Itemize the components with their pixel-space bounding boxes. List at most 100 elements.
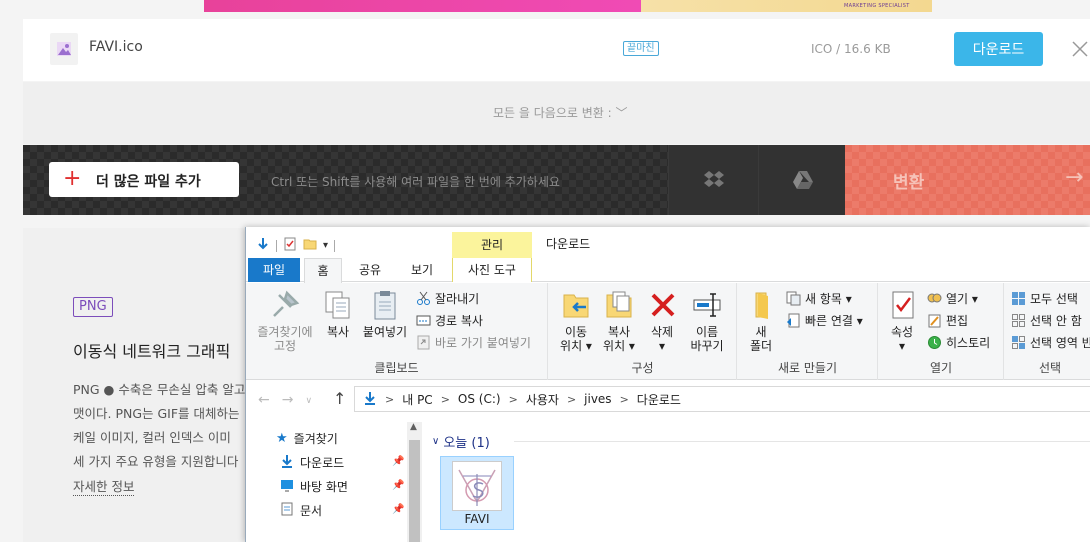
pin-label-1: 즐겨찾기에 <box>257 325 313 339</box>
copy-icon <box>322 289 354 321</box>
paste-shortcut-label: 바로 가기 붙여넣기 <box>435 336 531 350</box>
title-bar: ▾ 관리 다운로드 <box>246 227 1090 258</box>
properties-icon[interactable] <box>283 236 297 255</box>
group-header-today[interactable]: ∨ 오늘 (1) <box>432 432 490 451</box>
context-tab-manage: 관리 <box>452 232 532 258</box>
cut-button[interactable]: 잘라내기 <box>416 290 479 307</box>
copy-to-icon <box>603 289 635 321</box>
properties-dropdown: ▾ <box>898 339 906 353</box>
new-group-label: 새로 만들기 <box>777 361 837 375</box>
paste-shortcut-icon <box>416 335 431 350</box>
paste-shortcut-button[interactable]: 바로 가기 붙여넣기 <box>416 334 531 351</box>
image-file-icon <box>50 33 78 65</box>
easy-access-icon <box>786 313 801 328</box>
breadcrumb-user[interactable]: jives <box>584 392 611 406</box>
breadcrumb-this-pc[interactable]: 내 PC <box>402 391 432 408</box>
tab-share[interactable]: 공유 <box>350 258 390 282</box>
scroll-up-icon[interactable]: ▲ <box>410 422 417 432</box>
new-group: 새 폴더 새 항목 ▾ 빠른 연결 ▾ 새로 만들기 <box>738 283 878 380</box>
nav-item-desktop[interactable]: 바탕 화면 <box>280 478 348 495</box>
breadcrumb-separator[interactable]: > <box>567 393 576 406</box>
tab-file[interactable]: 파일 <box>248 258 300 282</box>
copy-path-label: 경로 복사 <box>435 314 483 328</box>
paste-button[interactable]: 붙여넣기 <box>360 289 410 339</box>
copy-button[interactable]: 복사 <box>322 289 354 339</box>
easy-access-label: 빠른 연결 ▾ <box>805 314 863 328</box>
new-folder-icon[interactable] <box>303 236 317 255</box>
recent-dropdown-icon[interactable]: ∨ <box>305 392 312 410</box>
rename-icon <box>691 289 723 321</box>
tab-home[interactable]: 홈 <box>304 258 342 283</box>
tab-photo-tools[interactable]: 사진 도구 <box>452 258 532 282</box>
window-title: 다운로드 <box>546 237 591 251</box>
arrow-down-icon[interactable] <box>256 236 270 255</box>
google-drive-button[interactable] <box>758 145 845 215</box>
forward-arrow-icon[interactable]: → <box>282 392 294 410</box>
downloads-label: 다운로드 <box>300 456 345 470</box>
convert-button[interactable]: 변환 → <box>845 145 1090 215</box>
open-group: 속성 ▾ 열기 ▾ 편집 히스토리 열기 <box>879 283 1004 380</box>
ad-banner[interactable]: MARKETING SPECIALIST <box>204 0 932 12</box>
up-arrow-icon[interactable]: ↑ <box>333 389 346 408</box>
invert-selection-button[interactable]: 선택 영역 반 <box>1011 334 1090 351</box>
new-item-icon <box>786 291 801 306</box>
back-arrow-icon[interactable]: ← <box>258 392 270 410</box>
ribbon: 즐겨찾기에 고정 복사 붙여넣기 잘라내기 경로 복사 바로 가기 붙여넣기 클… <box>246 283 1090 380</box>
select-none-button[interactable]: 선택 안 함 <box>1011 312 1082 329</box>
select-group-label: 선택 <box>1038 361 1062 375</box>
new-item-button[interactable]: 새 항목 ▾ <box>786 290 852 307</box>
desc-line: 세 가지 주요 유형을 지원합니다 <box>73 454 239 469</box>
copyto-label-2: 위치 ▾ <box>603 339 635 353</box>
move-to-button[interactable]: 이동 위치 ▾ <box>557 289 595 353</box>
copy-to-button[interactable]: 복사 위치 ▾ <box>599 289 639 353</box>
breadcrumb-separator[interactable]: > <box>620 393 629 406</box>
open-group-label: 열기 <box>929 361 953 375</box>
delete-button[interactable]: 삭제 ▾ <box>647 289 677 353</box>
history-icon <box>927 335 942 350</box>
file-meta: ICO / 16.6 KB <box>811 42 891 56</box>
download-button[interactable]: 다운로드 <box>954 32 1043 66</box>
breadcrumb-users[interactable]: 사용자 <box>526 391 559 408</box>
easy-access-button[interactable]: 빠른 연결 ▾ <box>786 312 863 329</box>
ribbon-tabs: 파일 홈 공유 보기 사진 도구 <box>246 258 1090 283</box>
breadcrumb-drive[interactable]: OS (C:) <box>458 392 501 406</box>
format-info-card: PNG 이동식 네트워크 그래픽 PNG ● 수축은 무손실 압축 알고 맷이다… <box>23 228 253 542</box>
status-badge: 끝마친 <box>623 41 659 56</box>
add-files-button[interactable]: + 더 많은 파일 추가 <box>49 162 239 197</box>
properties-button[interactable]: 속성 ▾ <box>887 289 917 353</box>
breadcrumb-downloads[interactable]: 다운로드 <box>637 391 681 408</box>
rename-button[interactable]: 이름 바꾸기 <box>687 289 727 353</box>
breadcrumb-separator[interactable]: > <box>441 393 450 406</box>
copy-path-button[interactable]: 경로 복사 <box>416 312 483 329</box>
address-bar[interactable]: > 내 PC > OS (C:) > 사용자 > jives > 다운로드 <box>354 386 1090 412</box>
file-list: ∨ 오늘 (1) FAVI <box>422 416 1090 542</box>
open-button[interactable]: 열기 ▾ <box>927 290 978 307</box>
nav-scrollbar[interactable]: ▲ <box>407 422 422 542</box>
format-description: PNG ● 수축은 무손실 압축 알고 맷이다. PNG는 GIF를 대체하는 … <box>73 378 273 474</box>
new-folder-button[interactable]: 새 폴더 <box>746 289 776 353</box>
file-item-label: FAVI <box>464 512 490 526</box>
edit-label: 편집 <box>946 314 969 328</box>
more-info-link[interactable]: 자세한 정보 <box>73 476 135 496</box>
breadcrumb-separator[interactable]: > <box>509 393 518 406</box>
downloads-location-icon <box>363 391 377 408</box>
convert-all-row[interactable]: 모든 을 다음으로 변환 : ﹀ <box>23 82 1090 144</box>
clipboard-group: 즐겨찾기에 고정 복사 붙여넣기 잘라내기 경로 복사 바로 가기 붙여넣기 클… <box>246 283 548 380</box>
tab-view[interactable]: 보기 <box>402 258 442 282</box>
separator <box>276 239 277 252</box>
select-all-button[interactable]: 모두 선택 <box>1011 290 1078 307</box>
dropbox-button[interactable] <box>668 145 758 215</box>
move-label-2: 위치 ▾ <box>560 339 592 353</box>
pin-quick-access-button[interactable]: 즐겨찾기에 고정 <box>254 289 316 353</box>
close-icon[interactable] <box>1070 39 1090 59</box>
nav-item-quick-access[interactable]: ★ 즐겨찾기 <box>276 430 338 447</box>
history-button[interactable]: 히스토리 <box>927 334 990 351</box>
nav-item-documents[interactable]: 문서 <box>280 502 322 519</box>
history-label: 히스토리 <box>946 336 991 350</box>
edit-button[interactable]: 편집 <box>927 312 968 329</box>
file-item-favi[interactable]: FAVI <box>440 456 514 530</box>
breadcrumb-separator[interactable]: > <box>385 393 394 406</box>
scrollbar-thumb[interactable] <box>409 440 420 542</box>
nav-item-downloads[interactable]: 다운로드 <box>280 454 344 471</box>
customize-dropdown-icon[interactable]: ▾ <box>323 240 328 251</box>
